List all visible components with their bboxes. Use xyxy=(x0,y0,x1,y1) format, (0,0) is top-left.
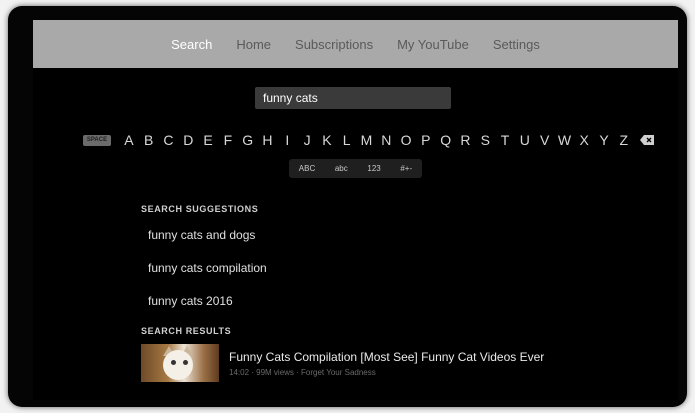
keyboard-mode-row: ABC abc 123 #+- xyxy=(289,159,422,178)
key-l[interactable]: L xyxy=(337,132,357,148)
key-z[interactable]: Z xyxy=(614,132,634,148)
result-text: Funny Cats Compilation [Most See] Funny … xyxy=(229,344,564,384)
key-p[interactable]: P xyxy=(416,132,436,148)
suggestion-item[interactable]: funny cats compilation xyxy=(148,261,267,275)
key-i[interactable]: I xyxy=(277,132,297,148)
tv-frame: Search Home Subscriptions My YouTube Set… xyxy=(8,6,687,407)
key-k[interactable]: K xyxy=(317,132,337,148)
search-input[interactable]: funny cats xyxy=(255,87,451,109)
key-m[interactable]: M xyxy=(357,132,377,148)
key-e[interactable]: E xyxy=(198,132,218,148)
key-n[interactable]: N xyxy=(376,132,396,148)
key-q[interactable]: Q xyxy=(436,132,456,148)
result-title: Funny Cats Compilation [Most See] Funny … xyxy=(229,350,545,364)
key-b[interactable]: B xyxy=(139,132,159,148)
key-g[interactable]: G xyxy=(238,132,258,148)
tab-subscriptions[interactable]: Subscriptions xyxy=(295,37,373,52)
key-x[interactable]: X xyxy=(574,132,594,148)
key-space[interactable]: SPACE xyxy=(83,134,111,146)
key-r[interactable]: R xyxy=(456,132,476,148)
search-result-item[interactable]: Funny Cats Compilation [Most See] Funny … xyxy=(141,344,571,384)
top-nav-bar: Search Home Subscriptions My YouTube Set… xyxy=(33,20,678,68)
mode-numbers[interactable]: 123 xyxy=(367,164,380,173)
key-h[interactable]: H xyxy=(258,132,278,148)
tab-my-youtube[interactable]: My YouTube xyxy=(397,37,469,52)
key-t[interactable]: T xyxy=(495,132,515,148)
results-header: SEARCH RESULTS xyxy=(141,326,232,336)
key-a[interactable]: A xyxy=(119,132,139,148)
key-y[interactable]: Y xyxy=(594,132,614,148)
tab-settings[interactable]: Settings xyxy=(493,37,540,52)
suggestion-item[interactable]: funny cats 2016 xyxy=(148,294,233,308)
suggestions-header: SEARCH SUGGESTIONS xyxy=(141,204,259,214)
key-v[interactable]: V xyxy=(535,132,555,148)
tab-search[interactable]: Search xyxy=(171,37,212,52)
suggestion-item[interactable]: funny cats and dogs xyxy=(148,228,255,242)
mode-symbols[interactable]: #+- xyxy=(400,164,412,173)
key-u[interactable]: U xyxy=(515,132,535,148)
key-w[interactable]: W xyxy=(555,132,575,148)
key-s[interactable]: S xyxy=(475,132,495,148)
result-meta: 14:02 · 99M views · Forget Your Sadness xyxy=(229,368,376,377)
mode-lowercase[interactable]: abc xyxy=(335,164,348,173)
key-c[interactable]: C xyxy=(159,132,179,148)
key-j[interactable]: J xyxy=(297,132,317,148)
key-d[interactable]: D xyxy=(178,132,198,148)
tv-screen: Search Home Subscriptions My YouTube Set… xyxy=(33,20,678,400)
mode-uppercase[interactable]: ABC xyxy=(299,164,315,173)
tab-home[interactable]: Home xyxy=(236,37,271,52)
backspace-icon[interactable] xyxy=(639,135,654,146)
cat-thumbnail xyxy=(141,344,219,382)
key-f[interactable]: F xyxy=(218,132,238,148)
on-screen-keyboard: SPACE A B C D E F G H I J K L M N O P Q … xyxy=(83,129,654,151)
key-o[interactable]: O xyxy=(396,132,416,148)
